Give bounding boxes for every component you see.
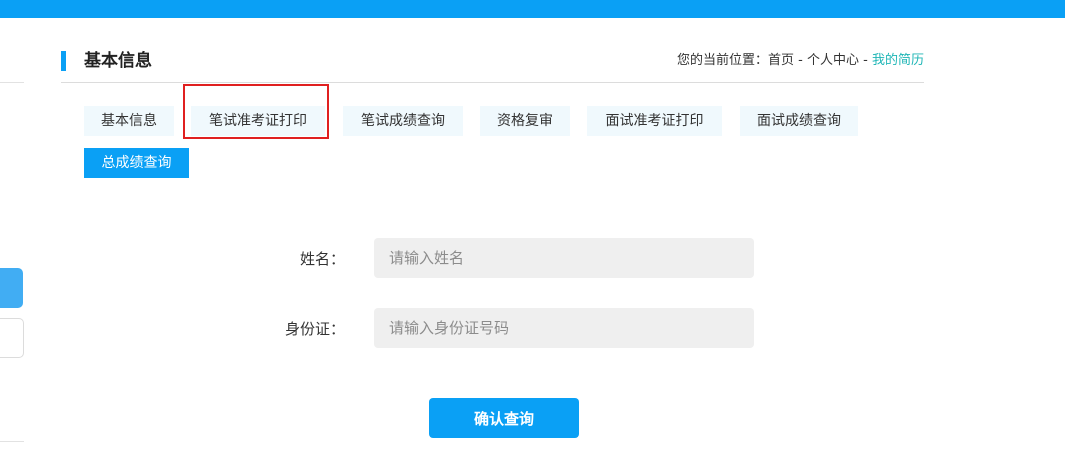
breadcrumb-my-resume[interactable]: 我的简历 (872, 53, 924, 68)
tab-total-score[interactable]: 总成绩查询 (84, 148, 189, 178)
sidebar-item[interactable] (0, 318, 24, 358)
tab-written-exam-admission-print[interactable]: 笔试准考证打印 (191, 106, 325, 136)
breadcrumb: 您的当前位置：首页 - 个人中心 - 我的简历 (677, 52, 924, 70)
confirm-query-button[interactable]: 确认查询 (429, 398, 579, 438)
tab-basic-info[interactable]: 基本信息 (84, 106, 174, 136)
tab-qualification-review[interactable]: 资格复审 (480, 106, 570, 136)
sidebar-item-active[interactable] (0, 268, 23, 308)
name-label: 姓名： (299, 250, 345, 268)
sidebar-divider (0, 82, 24, 83)
page-title: 基本信息 (84, 51, 152, 71)
breadcrumb-separator: - (859, 53, 872, 68)
title-accent-marker (61, 51, 66, 71)
breadcrumb-home[interactable]: 首页 (768, 53, 794, 68)
header-divider (61, 82, 924, 83)
tab-written-exam-score[interactable]: 笔试成绩查询 (343, 106, 463, 136)
id-card-input[interactable] (374, 308, 754, 348)
id-card-label: 身份证： (284, 320, 345, 338)
tab-interview-admission-print[interactable]: 面试准考证打印 (587, 106, 722, 136)
name-input[interactable] (374, 238, 754, 278)
breadcrumb-prefix: 您的当前位置： (677, 53, 769, 68)
breadcrumb-personal-center[interactable]: 个人中心 (807, 53, 859, 68)
tab-interview-score[interactable]: 面试成绩查询 (740, 106, 858, 136)
top-header-bar (0, 0, 1065, 18)
breadcrumb-separator: - (794, 53, 807, 68)
sidebar-divider (0, 441, 24, 442)
